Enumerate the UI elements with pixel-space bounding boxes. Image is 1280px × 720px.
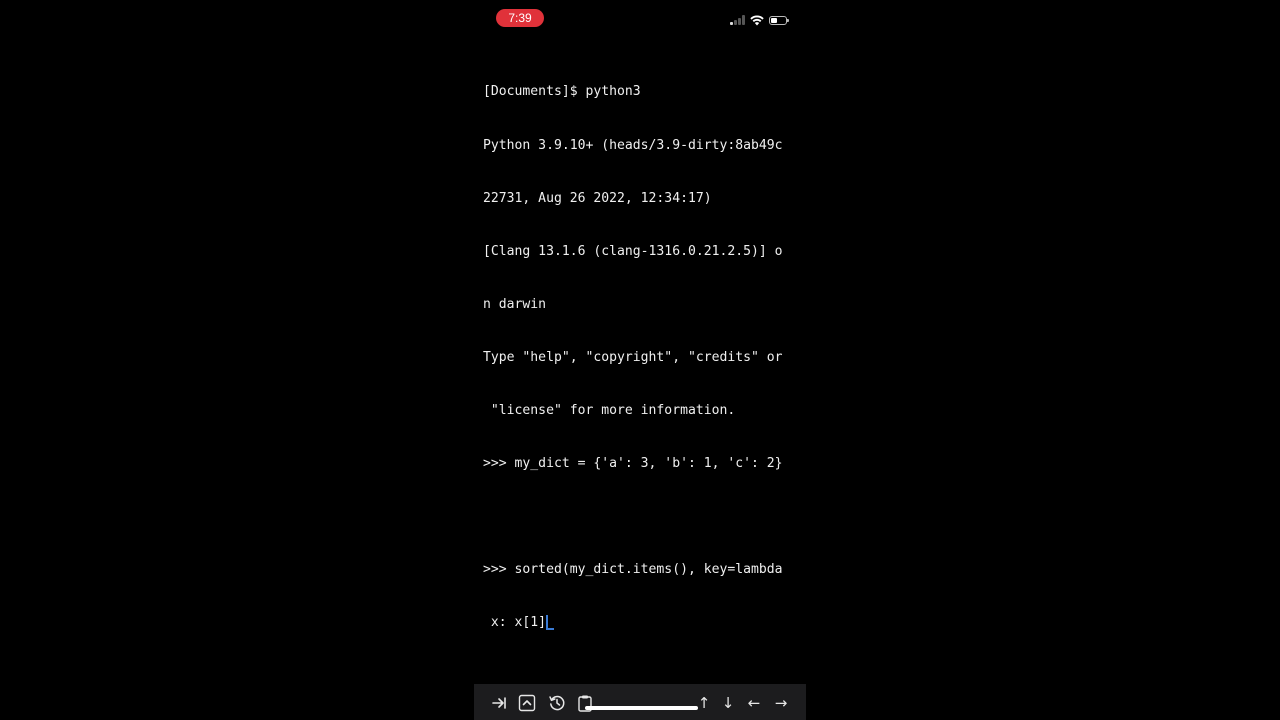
arrow-left-icon: ←: [747, 694, 761, 712]
arrow-left-button[interactable]: ←: [744, 693, 764, 713]
terminal-line: "license" for more information.: [483, 402, 736, 418]
terminal-line: Python 3.9.10+ (heads/3.9-dirty:8ab49c: [483, 137, 783, 153]
history-icon: [549, 695, 565, 711]
terminal-line: Type "help", "copyright", "credits" or: [483, 349, 783, 365]
cellular-signal-icon: [730, 15, 745, 25]
arrow-up-button[interactable]: ↑: [694, 693, 714, 713]
paste-button[interactable]: [575, 693, 595, 713]
tab-key-button[interactable]: [489, 693, 509, 713]
battery-icon: [768, 15, 789, 25]
paste-icon: [578, 695, 592, 712]
terminal-line: [Clang 13.1.6 (clang-1316.0.21.2.5)] o: [483, 243, 783, 259]
terminal-input-line[interactable]: x: x[1]: [483, 614, 795, 632]
status-bar: 7:39: [474, 0, 806, 40]
ctrl-key-button[interactable]: [517, 693, 537, 713]
arrow-right-button[interactable]: →: [771, 693, 791, 713]
terminal-line: >>> sorted(my_dict.items(), key=lambda: [483, 562, 783, 578]
terminal-line: n darwin: [483, 296, 547, 312]
history-button[interactable]: [547, 693, 567, 713]
status-icons: [730, 13, 789, 27]
home-indicator[interactable]: [585, 706, 698, 710]
phone-screen: 7:39 [Documents]$ python3 Python 3.9.10+…: [474, 0, 806, 720]
status-time[interactable]: 7:39: [496, 9, 544, 27]
arrow-right-icon: →: [774, 694, 788, 712]
terminal-line: [Documents]$ python3: [483, 84, 641, 100]
text-cursor: [546, 615, 555, 631]
terminal-input-text: x: x[1]: [483, 615, 547, 631]
wifi-icon: [749, 14, 764, 25]
terminal-output[interactable]: [Documents]$ python3 Python 3.9.10+ (hea…: [483, 48, 795, 667]
arrow-down-button[interactable]: ↓: [718, 693, 738, 713]
arrow-up-icon: ↑: [697, 694, 711, 712]
ctrl-key-icon: [518, 694, 536, 712]
arrow-down-icon: ↓: [721, 694, 735, 712]
terminal-line: 22731, Aug 26 2022, 12:34:17): [483, 190, 712, 206]
terminal-line: >>> my_dict = {'a': 3, 'b': 1, 'c': 2}: [483, 456, 783, 472]
tab-key-icon: [492, 697, 506, 709]
keyboard-accessory-toolbar: ↑ ↓ ← →: [474, 684, 806, 720]
